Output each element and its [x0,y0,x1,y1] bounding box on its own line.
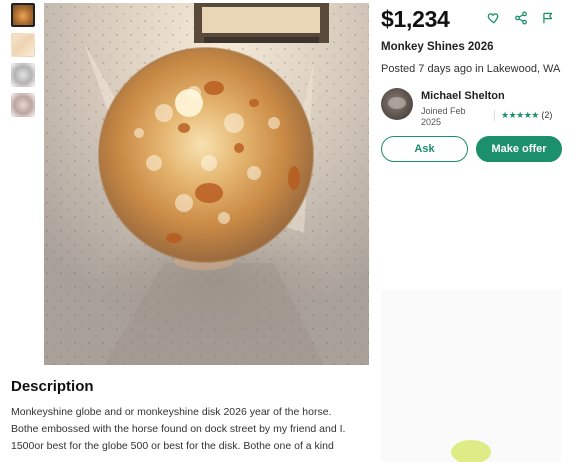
avatar[interactable] [381,88,413,120]
flag-icon[interactable] [541,11,555,25]
share-icon[interactable] [514,11,528,25]
joined-date: Joined Feb 2025 [421,106,466,127]
listing-details: $1,234 Monkey Shines 2026 Posted 7 days … [381,0,576,166]
seller-card[interactable]: Michael Shelton Joined Feb 2025 ★★★★★ (2… [381,88,576,128]
thumbnail-1[interactable] [11,3,35,27]
rating-count: (2) [541,110,553,120]
description-body: Monkeyshine globe and or monkeyshine dis… [11,406,346,452]
ad-graphic [451,440,491,462]
main-photo[interactable] [44,3,369,365]
thumbnail-strip [11,3,35,123]
make-offer-button[interactable]: Make offer [476,136,562,162]
glass-globe-image [44,3,369,365]
action-buttons: Ask Make offer [381,136,576,166]
seller-rating[interactable]: ★★★★★ (2) [494,110,552,121]
thumbnail-4[interactable] [11,93,35,117]
seller-name[interactable]: Michael Shelton [421,90,505,102]
price: $1,234 [381,6,450,32]
heart-icon[interactable] [487,11,501,25]
thumbnail-2[interactable] [11,33,35,57]
listing-title: Monkey Shines 2026 [381,41,494,53]
thumbnail-3[interactable] [11,63,35,87]
star-rating-icon: ★★★★★ [501,110,539,120]
description-heading: Description [11,378,94,395]
posted-info: Posted 7 days ago in Lakewood, WA [381,63,561,75]
price-row: $1,234 [381,0,576,40]
ad-placeholder [381,290,561,462]
ask-button[interactable]: Ask [381,136,468,162]
